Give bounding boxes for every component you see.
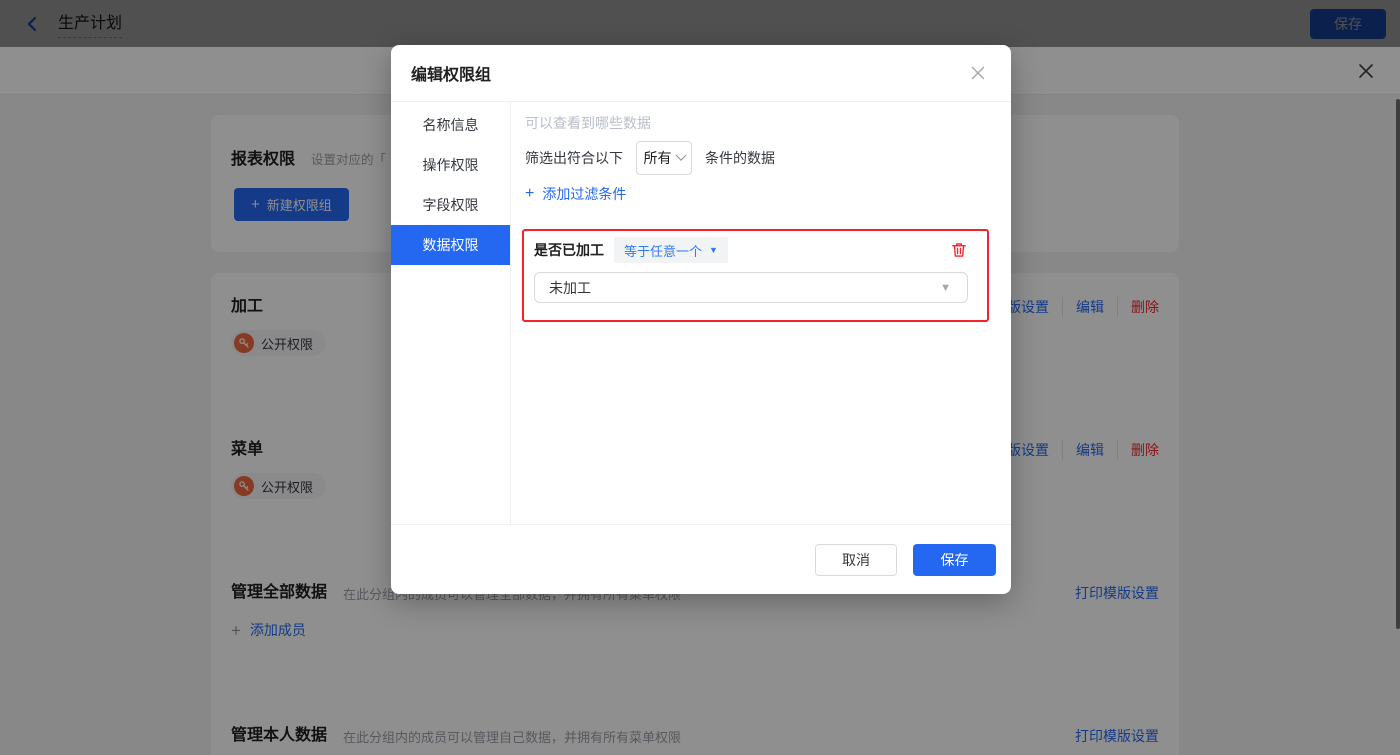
add-filter-condition-label: 添加过滤条件 <box>542 184 626 204</box>
modal-body: 名称信息 操作权限 字段权限 数据权限 可以查看到哪些数据 筛选出符合以下 所有… <box>391 102 1011 524</box>
plus-icon: + <box>525 186 534 202</box>
tab-operation-permission[interactable]: 操作权限 <box>391 145 510 185</box>
condition-highlight-box: 是否已加工 等于任意一个 ▼ 未加工 ▼ <box>522 229 989 322</box>
caret-down-icon: ▼ <box>940 282 951 294</box>
tab-field-permission[interactable]: 字段权限 <box>391 185 510 225</box>
modal-header: 编辑权限组 <box>391 45 1011 102</box>
condition-value-select[interactable]: 未加工 ▼ <box>534 272 968 303</box>
condition-value: 未加工 <box>549 278 591 298</box>
caret-down-icon: ▼ <box>709 245 718 255</box>
filter-prefix-label: 筛选出符合以下 <box>525 148 623 168</box>
modal-title: 编辑权限组 <box>411 61 491 85</box>
filter-suffix-label: 条件的数据 <box>705 148 775 168</box>
filter-match-select[interactable]: 所有 <box>636 141 692 175</box>
condition-operator-select[interactable]: 等于任意一个 ▼ <box>614 237 728 263</box>
cancel-button[interactable]: 取消 <box>815 544 897 576</box>
data-scope-hint: 可以查看到哪些数据 <box>525 113 989 133</box>
modal-sidebar: 名称信息 操作权限 字段权限 数据权限 <box>391 102 511 524</box>
add-filter-condition-link[interactable]: + 添加过滤条件 <box>525 184 626 204</box>
edit-permission-group-modal: 编辑权限组 名称信息 操作权限 字段权限 数据权限 可以查看到哪些数据 筛选出符… <box>391 45 1011 594</box>
modal-footer: 取消 保存 <box>391 524 1011 594</box>
condition-operator-value: 等于任意一个 <box>624 241 702 260</box>
filter-match-value: 所有 <box>644 148 672 168</box>
filter-match-row: 筛选出符合以下 所有 条件的数据 <box>525 141 989 175</box>
data-permission-panel: 可以查看到哪些数据 筛选出符合以下 所有 条件的数据 + 添加过滤条件 是否已加… <box>511 102 1011 524</box>
condition-field-label: 是否已加工 <box>534 240 604 260</box>
tab-data-permission[interactable]: 数据权限 <box>391 225 510 265</box>
tab-name-info[interactable]: 名称信息 <box>391 105 510 145</box>
save-button[interactable]: 保存 <box>913 544 996 576</box>
chevron-down-icon <box>675 150 686 161</box>
close-icon[interactable] <box>969 64 987 82</box>
trash-icon[interactable] <box>950 241 968 259</box>
